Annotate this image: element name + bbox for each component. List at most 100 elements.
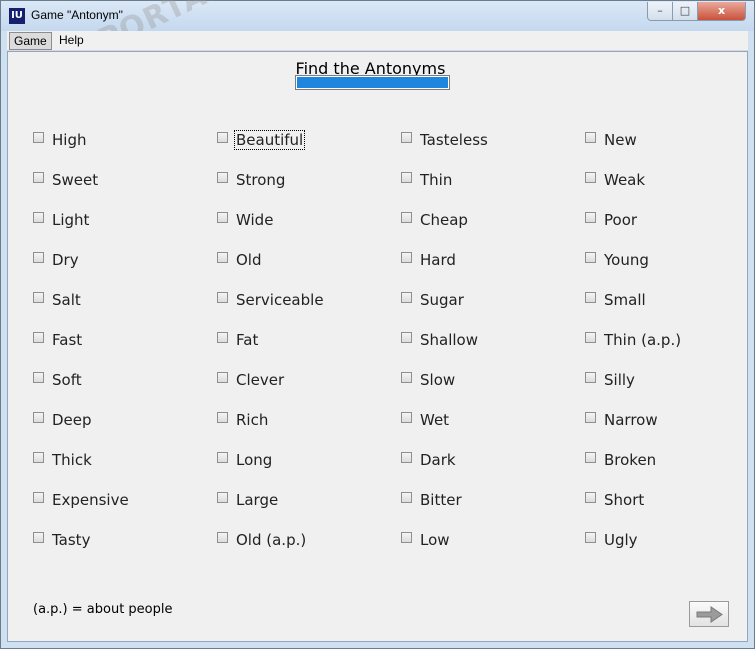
word-checkbox[interactable] <box>585 451 596 463</box>
word-item[interactable]: Deep <box>33 409 93 431</box>
word-item[interactable]: Large <box>217 489 279 511</box>
word-checkbox[interactable] <box>401 411 412 423</box>
word-checkbox[interactable] <box>217 411 228 423</box>
word-item[interactable]: Tasty <box>33 529 91 551</box>
word-item[interactable]: Wet <box>401 409 450 431</box>
word-item[interactable]: Beautiful <box>217 129 306 151</box>
word-item[interactable]: Old <box>217 249 263 271</box>
word-label[interactable]: Light <box>51 211 90 229</box>
word-checkbox[interactable] <box>33 491 44 503</box>
word-label[interactable]: New <box>603 131 638 149</box>
word-item[interactable]: Poor <box>585 209 638 231</box>
word-item[interactable]: Long <box>217 449 273 471</box>
word-label[interactable]: Tasty <box>51 531 91 549</box>
word-item[interactable]: Weak <box>585 169 646 191</box>
word-item[interactable]: Broken <box>585 449 657 471</box>
word-checkbox[interactable] <box>217 171 228 183</box>
word-checkbox[interactable] <box>585 251 596 263</box>
word-checkbox[interactable] <box>33 291 44 303</box>
word-label[interactable]: Deep <box>51 411 93 429</box>
word-item[interactable]: Low <box>401 529 451 551</box>
word-label[interactable]: Low <box>419 531 451 549</box>
word-item[interactable]: Silly <box>585 369 636 391</box>
word-checkbox[interactable] <box>585 171 596 183</box>
word-item[interactable]: Sweet <box>33 169 99 191</box>
word-checkbox[interactable] <box>401 211 412 223</box>
word-checkbox[interactable] <box>33 531 44 543</box>
word-item[interactable]: Thick <box>33 449 93 471</box>
word-item[interactable]: New <box>585 129 638 151</box>
word-label[interactable]: High <box>51 131 87 149</box>
word-checkbox[interactable] <box>217 451 228 463</box>
word-checkbox[interactable] <box>401 531 412 543</box>
word-label[interactable]: Long <box>235 451 273 469</box>
word-checkbox[interactable] <box>217 531 228 543</box>
word-checkbox[interactable] <box>585 491 596 503</box>
word-item[interactable]: Wide <box>217 209 274 231</box>
word-item[interactable]: Thin (a.p.) <box>585 329 682 351</box>
word-item[interactable]: Expensive <box>33 489 130 511</box>
word-checkbox[interactable] <box>217 251 228 263</box>
word-label[interactable]: Old <box>235 251 263 269</box>
word-item[interactable]: Strong <box>217 169 286 191</box>
word-checkbox[interactable] <box>33 251 44 263</box>
close-button[interactable]: x <box>697 2 746 21</box>
word-label[interactable]: Clever <box>235 371 285 389</box>
word-label[interactable]: Weak <box>603 171 646 189</box>
word-label[interactable]: Expensive <box>51 491 130 509</box>
word-item[interactable]: High <box>33 129 87 151</box>
word-item[interactable]: Small <box>585 289 647 311</box>
word-checkbox[interactable] <box>33 451 44 463</box>
word-label[interactable]: Short <box>603 491 645 509</box>
word-item[interactable]: Slow <box>401 369 456 391</box>
word-checkbox[interactable] <box>33 211 44 223</box>
word-checkbox[interactable] <box>585 331 596 343</box>
word-label[interactable]: Fat <box>235 331 259 349</box>
word-checkbox[interactable] <box>217 371 228 383</box>
word-checkbox[interactable] <box>585 131 596 143</box>
word-checkbox[interactable] <box>217 291 228 303</box>
word-label[interactable]: Bitter <box>419 491 463 509</box>
word-checkbox[interactable] <box>33 131 44 143</box>
word-label[interactable]: Young <box>603 251 650 269</box>
word-checkbox[interactable] <box>217 331 228 343</box>
word-label[interactable]: Soft <box>51 371 83 389</box>
word-label[interactable]: Tasteless <box>419 131 489 149</box>
word-item[interactable]: Sugar <box>401 289 465 311</box>
word-label[interactable]: Small <box>603 291 647 309</box>
word-item[interactable]: Cheap <box>401 209 469 231</box>
word-checkbox[interactable] <box>217 211 228 223</box>
word-label[interactable]: Ugly <box>603 531 639 549</box>
word-checkbox[interactable] <box>585 411 596 423</box>
word-label[interactable]: Slow <box>419 371 456 389</box>
next-button[interactable] <box>689 601 729 627</box>
word-item[interactable]: Shallow <box>401 329 479 351</box>
word-checkbox[interactable] <box>401 491 412 503</box>
word-label[interactable]: Serviceable <box>235 291 325 309</box>
word-label[interactable]: Dry <box>51 251 80 269</box>
word-item[interactable]: Thin <box>401 169 453 191</box>
word-label[interactable]: Sugar <box>419 291 465 309</box>
word-checkbox[interactable] <box>401 131 412 143</box>
word-label[interactable]: Salt <box>51 291 82 309</box>
word-item[interactable]: Hard <box>401 249 457 271</box>
word-label[interactable]: Cheap <box>419 211 469 229</box>
word-label[interactable]: Fast <box>51 331 83 349</box>
word-label[interactable]: Beautiful <box>233 130 306 150</box>
word-checkbox[interactable] <box>33 411 44 423</box>
word-checkbox[interactable] <box>401 451 412 463</box>
word-item[interactable]: Rich <box>217 409 269 431</box>
word-item[interactable]: Salt <box>33 289 82 311</box>
word-label[interactable]: Strong <box>235 171 286 189</box>
word-item[interactable]: Tasteless <box>401 129 489 151</box>
word-checkbox[interactable] <box>217 491 228 503</box>
minimize-button[interactable]: – <box>647 2 673 21</box>
word-checkbox[interactable] <box>401 251 412 263</box>
title-bar[interactable]: IU Game "Antonym" – □ x <box>1 1 754 31</box>
menu-help[interactable]: Help <box>55 32 88 48</box>
word-checkbox[interactable] <box>33 371 44 383</box>
word-label[interactable]: Wide <box>235 211 274 229</box>
menu-game[interactable]: Game <box>9 32 52 50</box>
word-label[interactable]: Broken <box>603 451 657 469</box>
word-item[interactable]: Clever <box>217 369 285 391</box>
